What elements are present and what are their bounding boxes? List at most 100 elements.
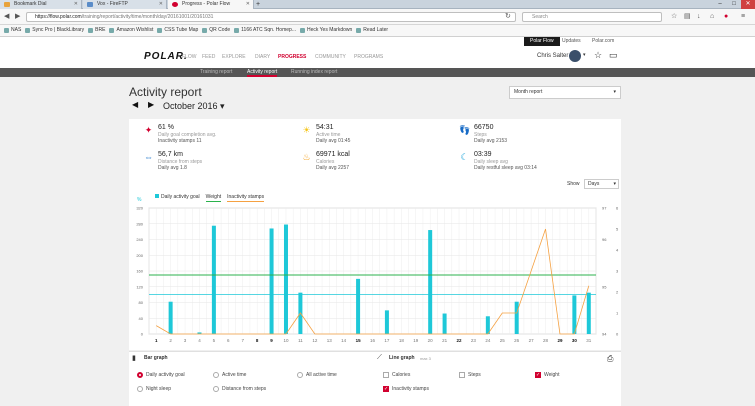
option-label: Night sleep xyxy=(146,386,172,392)
x-tick-label: 30 xyxy=(572,338,578,343)
search-input[interactable]: Search xyxy=(522,12,662,22)
tab-fireftp[interactable]: Vox - FireFTP ✕ xyxy=(83,0,167,9)
bar[interactable] xyxy=(283,224,288,334)
favorites-star-icon[interactable]: ☆ xyxy=(594,50,602,61)
y-tick-label: 80 xyxy=(139,300,144,305)
previous-month-icon[interactable]: ◀ xyxy=(132,100,138,109)
chevron-down-icon[interactable]: ▾ xyxy=(583,52,586,58)
steps-icon: 👣 xyxy=(459,125,471,135)
radio-button[interactable] xyxy=(213,372,219,378)
subnav-training-report[interactable]: Training report xyxy=(200,68,232,77)
username[interactable]: Chris Salter xyxy=(537,53,568,59)
nav-explore[interactable]: EXPLORE xyxy=(222,54,246,60)
new-tab-button[interactable]: + xyxy=(256,0,260,9)
bar[interactable] xyxy=(356,278,361,334)
radio-button[interactable] xyxy=(297,372,303,378)
bar[interactable] xyxy=(428,230,433,334)
right-inner-tick-label: 2 xyxy=(616,290,619,295)
right-inner-tick-label: 5 xyxy=(616,227,619,232)
url-bar[interactable]: https://flow.polar.com/training/report/a… xyxy=(26,12,516,22)
report-period-select[interactable]: Month report ▾ xyxy=(509,86,621,99)
tab-bookmark-dial[interactable]: Bookmark Dial ✕ xyxy=(0,0,82,9)
bookmark-item[interactable]: QR Code xyxy=(202,25,230,36)
close-icon[interactable]: ✕ xyxy=(74,1,78,7)
stat-value: 54:31 xyxy=(316,124,334,131)
bar[interactable] xyxy=(211,225,216,334)
back-icon[interactable]: ◀ xyxy=(4,12,9,21)
next-month-icon[interactable]: ▶ xyxy=(148,100,154,109)
avatar[interactable] xyxy=(569,50,581,62)
summary-stat: ☾ 03:39 Daily sleep avg Daily restful sleep… xyxy=(459,149,609,175)
tab-polar-flow[interactable]: Progress - Polar Flow ✕ xyxy=(168,0,254,9)
addon-icon[interactable]: ● xyxy=(724,12,728,22)
month-selector[interactable]: October 2016 ▾ xyxy=(163,101,225,112)
bookmark-item[interactable]: CSS Tube Map xyxy=(157,25,198,36)
menu-icon[interactable]: ≡ xyxy=(741,12,745,22)
bookmark-item[interactable]: 1166 ATC Sqn. Homep... xyxy=(234,25,296,36)
checkbox[interactable] xyxy=(459,372,465,378)
maximize-icon[interactable]: □ xyxy=(727,0,741,9)
checkbox[interactable]: ✓ xyxy=(383,386,389,392)
radio-button[interactable] xyxy=(137,372,143,378)
radio-button[interactable] xyxy=(213,386,219,392)
line-option[interactable]: Calories xyxy=(383,372,410,378)
checkbox[interactable] xyxy=(383,372,389,378)
bar[interactable] xyxy=(442,313,447,334)
reload-icon[interactable]: ↻ xyxy=(505,12,511,22)
bar[interactable] xyxy=(514,301,519,334)
x-tick-label: 2 xyxy=(169,338,172,343)
right-inner-tick-label: 3 xyxy=(616,269,619,274)
summary-stat: ☀ 54:31 Active time Daily avg 01:45 xyxy=(301,122,451,148)
activity-summary: ✦ 61 % Daily goal completion avg. Inactivit… xyxy=(129,119,621,176)
bar[interactable] xyxy=(269,228,274,334)
show-select[interactable]: Days ▾ xyxy=(584,179,619,189)
active-time-icon: ☀ xyxy=(302,125,311,135)
star-icon[interactable]: ☆ xyxy=(671,12,677,22)
close-icon[interactable]: ✕ xyxy=(246,1,250,7)
messages-icon[interactable]: ▭ xyxy=(609,50,618,61)
library-icon[interactable]: ▤ xyxy=(684,12,691,22)
bookmark-item[interactable]: Amazon Wishlist xyxy=(109,25,153,36)
link-updates[interactable]: Updates xyxy=(556,37,587,46)
nav-diary[interactable]: DIARY xyxy=(255,54,270,60)
print-icon[interactable]: ⎙ xyxy=(607,354,613,364)
bookmark-item[interactable]: Sync Pro | BlackLibrary xyxy=(25,25,84,36)
subnav-activity-report[interactable]: Activity report xyxy=(247,68,278,77)
stat-sub: Daily restful sleep avg 03:14 xyxy=(474,165,537,171)
line-option[interactable]: ✓ Inactivity stamps xyxy=(383,386,429,392)
nav-feed[interactable]: FEED xyxy=(202,54,215,60)
stat-value: 56,7 km xyxy=(158,151,183,158)
bar-option[interactable]: Distance from steps xyxy=(213,386,266,392)
link-polar-com[interactable]: Polar.com xyxy=(586,37,620,46)
nav-community[interactable]: COMMUNITY xyxy=(315,54,346,60)
subnav-running-index-report[interactable]: Running index report xyxy=(291,68,337,77)
nav-progress[interactable]: PROGRESS xyxy=(278,54,306,60)
checkbox[interactable]: ✓ xyxy=(535,372,541,378)
bar-option[interactable]: Active time xyxy=(213,372,246,378)
minimize-icon[interactable]: – xyxy=(713,0,727,9)
bar-option[interactable]: All active time xyxy=(297,372,337,378)
radio-button[interactable] xyxy=(137,386,143,392)
search-placeholder: Search xyxy=(532,14,548,20)
bookmark-item[interactable]: BRE xyxy=(88,25,105,36)
nav-flow[interactable]: FLOW xyxy=(182,54,196,60)
download-icon[interactable]: ↓ xyxy=(697,12,701,22)
link-polar-flow[interactable]: Polar Flow xyxy=(524,37,560,46)
forward-icon[interactable]: ▶ xyxy=(15,12,20,21)
home-icon[interactable]: ⌂ xyxy=(710,12,714,22)
bookmark-item[interactable]: NAS xyxy=(4,25,21,36)
nav-programs[interactable]: PROGRAMS xyxy=(354,54,383,60)
line-option[interactable]: Steps xyxy=(459,372,481,378)
summary-stat: 👣 66750 Steps Daily avg 2153 xyxy=(459,122,609,148)
line-option[interactable]: ✓ Weight xyxy=(535,372,559,378)
bookmark-item[interactable]: Heck Yes Markdown xyxy=(299,25,352,36)
x-tick-label: 7 xyxy=(241,338,244,343)
bookmark-item[interactable]: Read Later xyxy=(356,25,388,36)
bar[interactable] xyxy=(586,292,591,334)
window-close-icon[interactable]: ✕ xyxy=(741,0,755,9)
close-icon[interactable]: ✕ xyxy=(159,1,163,7)
bar-option[interactable]: Daily activity goal xyxy=(137,372,185,378)
bar[interactable] xyxy=(384,310,389,334)
bar-option[interactable]: Night sleep xyxy=(137,386,171,392)
bar[interactable] xyxy=(168,301,173,334)
